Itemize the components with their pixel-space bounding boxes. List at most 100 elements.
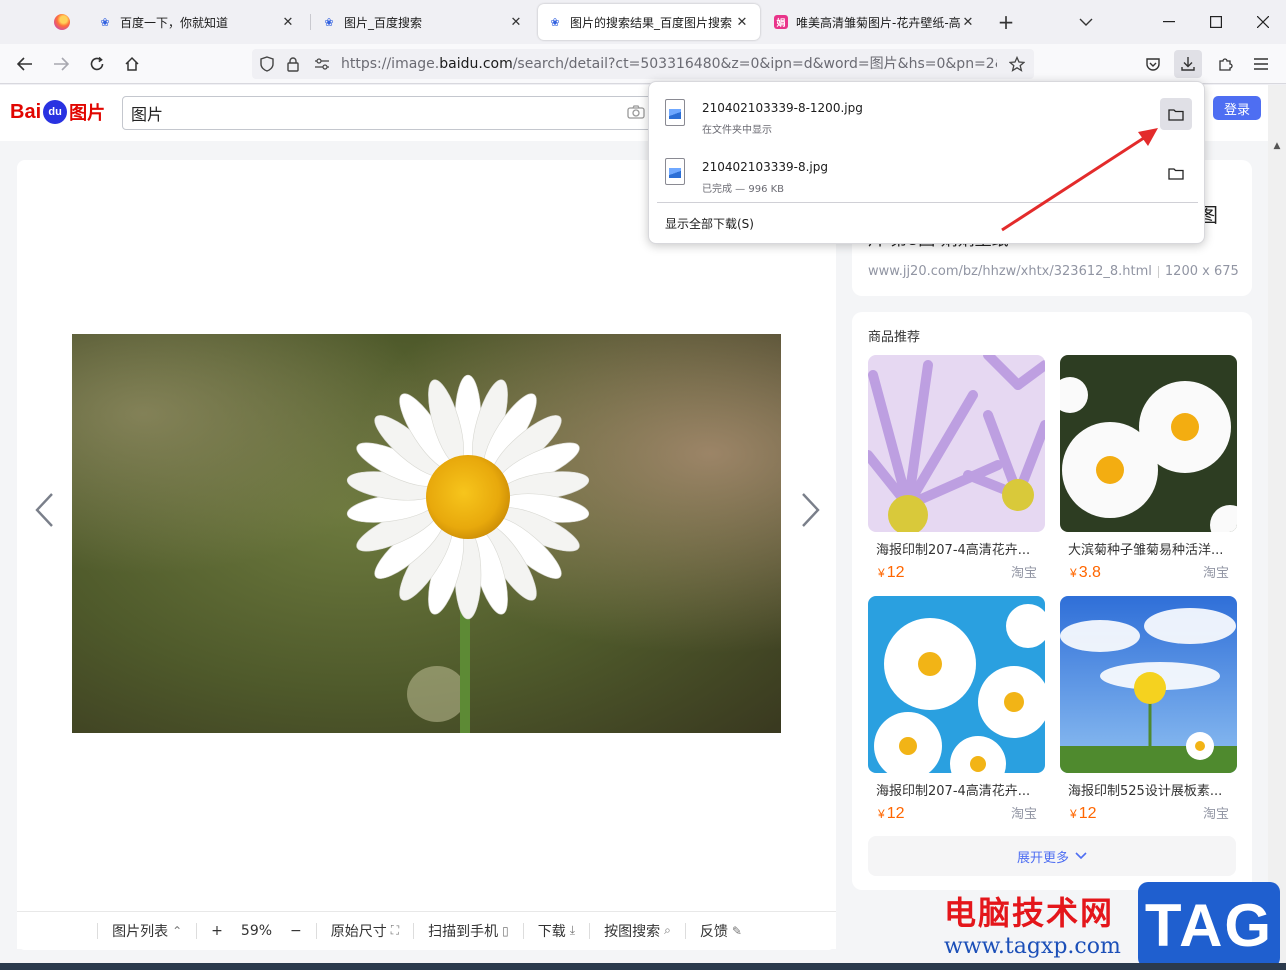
image-source: www.jj20.com/bz/hhzw/xhtx/323612_8.html 1… bbox=[868, 264, 1239, 279]
puzzle-icon bbox=[1219, 58, 1233, 71]
camera-icon[interactable] bbox=[627, 105, 645, 123]
scan-to-phone-button[interactable]: 扫描到手机 ▯ bbox=[414, 921, 523, 941]
zoom-out-button[interactable]: − bbox=[276, 923, 316, 939]
close-window-button[interactable] bbox=[1240, 0, 1286, 44]
shield-icon[interactable] bbox=[259, 56, 275, 72]
tab-label: 图片的搜索结果_百度图片搜索 bbox=[570, 15, 733, 30]
minimize-button[interactable] bbox=[1146, 0, 1192, 44]
close-icon[interactable]: ✕ bbox=[280, 14, 296, 30]
close-icon[interactable]: ✕ bbox=[508, 14, 524, 30]
back-button[interactable] bbox=[11, 50, 39, 78]
product-card[interactable]: 海报印制207-4高清花卉... ¥12 淘宝 bbox=[868, 596, 1045, 823]
forward-button[interactable] bbox=[47, 50, 75, 78]
app-menu-button[interactable] bbox=[1247, 50, 1275, 78]
show-all-downloads-link[interactable]: 显示全部下载(S) bbox=[665, 215, 754, 232]
daisy-photo[interactable] bbox=[72, 334, 781, 733]
watermark-tag-logo: TAG bbox=[1138, 882, 1280, 968]
download-image-button[interactable]: 下载 ⤓ bbox=[524, 921, 589, 941]
baidu-paw-icon: ❀ bbox=[100, 15, 110, 29]
bookmark-star-icon[interactable] bbox=[1009, 56, 1025, 72]
original-size-button[interactable]: 原始尺寸 ⛶ bbox=[317, 921, 413, 941]
product-name[interactable]: 海报印制207-4高清花卉... bbox=[868, 780, 1045, 799]
login-button[interactable]: 登录 bbox=[1213, 96, 1261, 120]
os-taskbar bbox=[0, 963, 1286, 970]
maximize-button[interactable] bbox=[1193, 0, 1239, 44]
downloads-button[interactable] bbox=[1174, 50, 1202, 78]
reload-button[interactable] bbox=[83, 50, 111, 78]
new-tab-button[interactable]: + bbox=[994, 10, 1018, 34]
search-box[interactable] bbox=[122, 96, 652, 130]
product-price: ¥12 bbox=[1070, 805, 1097, 822]
extensions-button[interactable] bbox=[1211, 50, 1239, 78]
product-card[interactable]: 海报印制207-4高清花卉... ¥12 淘宝 bbox=[868, 355, 1045, 582]
tab-baidu-home[interactable]: ❀ 百度一下，你就知道 ✕ bbox=[88, 4, 306, 40]
search-by-image-button[interactable]: 按图搜索 ⌕ bbox=[590, 921, 685, 941]
hamburger-menu-icon bbox=[1254, 58, 1268, 70]
downloads-panel: 210402103339-8-1200.jpg 在文件夹中显示 21040210… bbox=[648, 81, 1205, 244]
url-text[interactable]: https://image.baidu.com/search/detail?ct… bbox=[341, 55, 997, 73]
show-in-folder-button[interactable] bbox=[1160, 157, 1192, 189]
baidu-paw-icon: ❀ bbox=[550, 15, 560, 29]
tab-label: 百度一下，你就知道 bbox=[120, 15, 229, 30]
fit-icon: ⛶ bbox=[390, 923, 400, 937]
tab-search-results[interactable]: ❀ 图片的搜索结果_百度图片搜索 ✕ bbox=[538, 4, 760, 40]
arrow-right-icon bbox=[54, 57, 69, 71]
product-name[interactable]: 海报印制207-4高清花卉... bbox=[868, 539, 1045, 558]
firefox-view-button[interactable] bbox=[40, 8, 84, 36]
chevron-left-icon bbox=[35, 493, 53, 527]
tab-label: 唯美高清雏菊图片-花卉壁纸-高 bbox=[796, 15, 960, 30]
baidu-image-logo[interactable]: Bai du 图片 bbox=[10, 95, 105, 129]
download-status: 已完成 — 996 KB bbox=[702, 184, 785, 195]
download-item[interactable]: 210402103339-8-1200.jpg 在文件夹中显示 bbox=[657, 87, 1198, 141]
shop-name: 淘宝 bbox=[1202, 566, 1229, 581]
folder-icon bbox=[1168, 108, 1184, 121]
viewer-toolbar: 图片列表 ⌃ + 59% − 原始尺寸 ⛶ 扫描到手机 ▯ 下载 ⤓ 按图搜索 ⌕ 反馈 ✎ bbox=[17, 911, 836, 949]
search-input[interactable] bbox=[131, 103, 611, 123]
download-filename: 210402103339-8.jpg bbox=[702, 160, 828, 174]
close-icon[interactable]: ✕ bbox=[734, 14, 750, 30]
product-image[interactable] bbox=[1060, 596, 1237, 773]
image-list-button[interactable]: 图片列表 ⌃ bbox=[98, 921, 196, 941]
product-image[interactable] bbox=[868, 596, 1045, 773]
home-icon bbox=[125, 56, 139, 71]
url-bar[interactable]: https://image.baidu.com/search/detail?ct… bbox=[252, 49, 1034, 79]
lock-icon[interactable] bbox=[285, 56, 301, 72]
products-heading: 商品推荐 bbox=[868, 330, 921, 345]
image-file-icon bbox=[665, 158, 685, 185]
scroll-up-arrow-icon[interactable]: ▲ bbox=[1268, 137, 1286, 155]
previous-image-button[interactable] bbox=[32, 490, 56, 530]
show-more-button[interactable]: 展开更多 bbox=[868, 836, 1236, 876]
next-image-button[interactable] bbox=[799, 490, 823, 530]
chevron-down-icon bbox=[1075, 852, 1087, 860]
pocket-button[interactable] bbox=[1139, 50, 1167, 78]
permissions-icon[interactable] bbox=[314, 56, 330, 72]
shop-name: 淘宝 bbox=[1010, 566, 1037, 581]
divider bbox=[657, 202, 1198, 203]
product-name[interactable]: 海报印制525设计展板素... bbox=[1060, 780, 1237, 799]
image-search-icon: ⌕ bbox=[664, 923, 671, 937]
firefox-icon bbox=[54, 14, 70, 30]
download-filename: 210402103339-8-1200.jpg bbox=[702, 101, 863, 115]
tab-separator bbox=[310, 14, 311, 30]
show-in-folder-button[interactable] bbox=[1160, 98, 1192, 130]
home-button[interactable] bbox=[118, 50, 146, 78]
tab-image-search[interactable]: ❀ 图片_百度搜索 ✕ bbox=[312, 4, 534, 40]
chevron-up-circle-icon: ⌃ bbox=[172, 923, 183, 938]
product-name[interactable]: 大滨菊种子雏菊易种活洋... bbox=[1060, 539, 1237, 558]
product-image[interactable] bbox=[1060, 355, 1237, 532]
close-icon[interactable]: ✕ bbox=[960, 14, 976, 30]
zoom-in-button[interactable]: + bbox=[197, 923, 237, 939]
download-item[interactable]: 210402103339-8.jpg 已完成 — 996 KB bbox=[657, 146, 1198, 200]
tab-daisy-wallpaper[interactable]: 娟 唯美高清雏菊图片-花卉壁纸-高 ✕ bbox=[764, 4, 986, 40]
tab-label: 图片_百度搜索 bbox=[344, 15, 423, 30]
product-card[interactable]: 海报印制525设计展板素... ¥12 淘宝 bbox=[1060, 596, 1237, 823]
download-icon: ⤓ bbox=[569, 923, 576, 937]
list-all-tabs-button[interactable] bbox=[1074, 10, 1098, 34]
product-card[interactable]: 大滨菊种子雏菊易种活洋... ¥3.8 淘宝 bbox=[1060, 355, 1237, 582]
feedback-button[interactable]: 反馈 ✎ bbox=[686, 921, 756, 941]
feedback-icon: ✎ bbox=[731, 923, 742, 938]
page-scrollbar[interactable]: ▲ bbox=[1268, 85, 1286, 970]
product-image[interactable] bbox=[868, 355, 1045, 532]
tab-strip: ❀ 百度一下，你就知道 ✕ ❀ 图片_百度搜索 ✕ ❀ 图片的搜索结果_百度图片… bbox=[0, 0, 1286, 44]
source-url-link[interactable]: www.jj20.com/bz/hhzw/xhtx/323612_8.html bbox=[868, 264, 1152, 279]
